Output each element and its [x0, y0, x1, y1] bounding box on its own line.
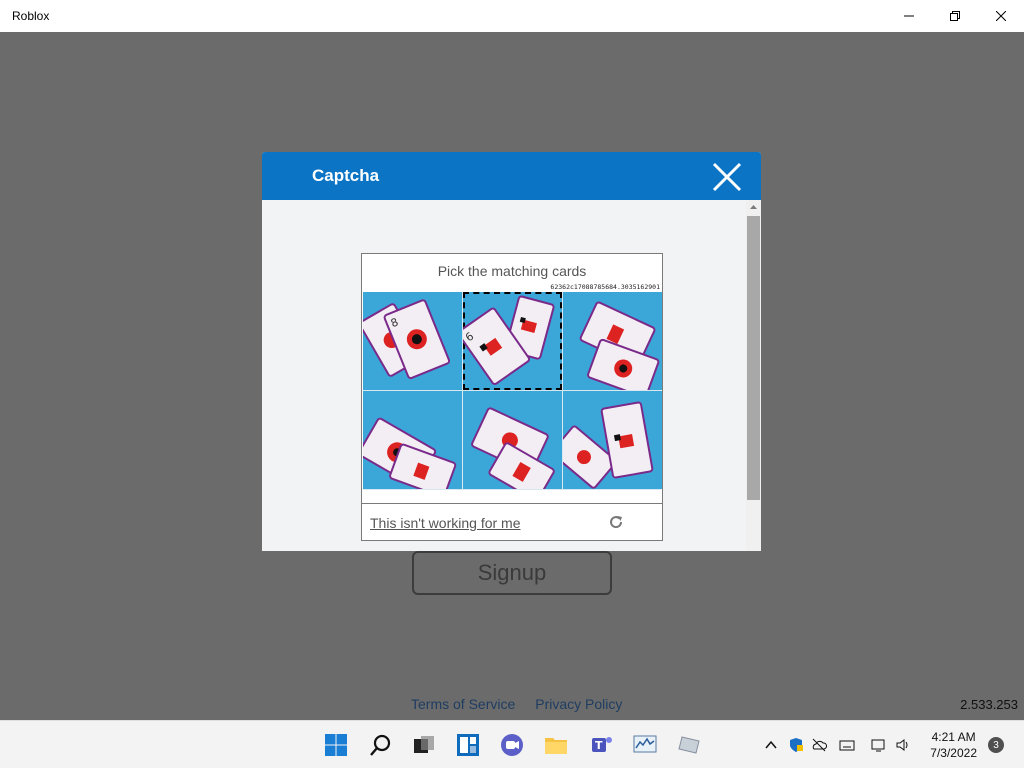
captcha-image-grid: 8 6 [363, 292, 662, 490]
search-icon[interactable] [369, 733, 393, 757]
captcha-tile-6[interactable] [563, 391, 662, 489]
captcha-session-id: 62362c17088785684.3035162901 [550, 283, 660, 291]
card-pair-image: 6 [463, 295, 555, 385]
chevron-up-icon[interactable] [763, 737, 779, 753]
onedrive-icon[interactable] [811, 737, 827, 753]
captcha-modal-header: Captcha [262, 152, 761, 200]
widgets-icon[interactable] [456, 733, 480, 757]
close-icon [996, 11, 1006, 21]
captcha-tile-4[interactable] [363, 391, 462, 489]
card-pair-image [363, 417, 457, 489]
minimize-icon [904, 15, 914, 17]
svg-text:T: T [595, 739, 603, 752]
close-window-button[interactable] [978, 0, 1024, 32]
restore-button[interactable] [932, 0, 978, 32]
task-view-icon[interactable] [412, 733, 436, 757]
window-titlebar: Roblox [0, 0, 1024, 32]
window-controls [886, 0, 1024, 32]
card-pair-image: 8 [363, 299, 451, 380]
network-icon[interactable] [871, 737, 887, 753]
captcha-frame: Pick the matching cards 62362c1708878568… [361, 253, 663, 541]
keyboard-icon[interactable] [839, 737, 855, 753]
card-pair-image [563, 401, 654, 489]
taskbar: T 4:21 AM 7/3/2022 3 [0, 720, 1024, 768]
refresh-icon[interactable] [608, 514, 624, 530]
privacy-policy-link[interactable]: Privacy Policy [535, 696, 622, 712]
restore-icon [950, 11, 960, 21]
roblox-app-icon[interactable] [677, 733, 701, 757]
card-pair-image [471, 407, 555, 489]
windows-start-icon[interactable] [324, 733, 348, 757]
captcha-tile-1[interactable]: 8 [363, 292, 462, 390]
taskbar-clock[interactable]: 4:21 AM 7/3/2022 [930, 729, 977, 761]
scrollbar-thumb[interactable] [747, 216, 760, 500]
card-pair-image [579, 301, 660, 390]
scroll-up-icon[interactable] [748, 202, 759, 212]
signup-button[interactable]: Signup [412, 551, 612, 595]
version-label: 2.533.253 [960, 697, 1018, 712]
performance-monitor-icon[interactable] [633, 733, 657, 757]
volume-icon[interactable] [895, 737, 911, 753]
captcha-prompt: Pick the matching cards [437, 263, 587, 279]
captcha-modal-body: Pick the matching cards 62362c1708878568… [262, 200, 746, 551]
security-shield-icon[interactable] [788, 737, 804, 753]
captcha-tile-5[interactable] [463, 391, 562, 489]
captcha-scrollbar[interactable] [746, 200, 761, 551]
captcha-modal: Captcha Pick the matching cards 62362c17… [262, 152, 761, 551]
captcha-tile-3[interactable] [563, 292, 662, 390]
window-title: Roblox [12, 9, 50, 23]
captcha-tile-2[interactable]: 6 [463, 292, 562, 390]
not-working-link[interactable]: This isn't working for me [370, 515, 521, 531]
minimize-button[interactable] [886, 0, 932, 32]
captcha-footer: This isn't working for me [362, 503, 662, 540]
clock-date: 7/3/2022 [930, 746, 977, 760]
notification-badge[interactable]: 3 [988, 737, 1004, 753]
terms-of-service-link[interactable]: Terms of Service [411, 696, 515, 712]
footer-links: Terms of Service Privacy Policy [411, 696, 622, 712]
captcha-close-button[interactable] [711, 161, 743, 193]
captcha-modal-title: Captcha [312, 166, 380, 185]
teams-icon[interactable]: T [590, 733, 614, 757]
file-explorer-icon[interactable] [544, 733, 568, 757]
clock-time: 4:21 AM [931, 730, 976, 744]
chat-icon[interactable] [500, 733, 524, 757]
